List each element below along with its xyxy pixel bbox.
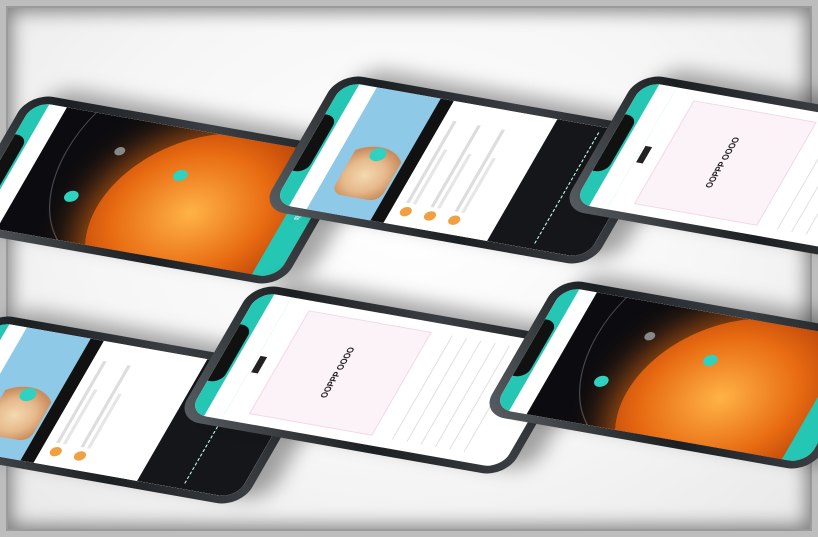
avatar (421, 210, 439, 222)
avatar (47, 446, 64, 458)
card-label: OOPPP OOOO (318, 346, 358, 399)
avatar (71, 450, 89, 462)
card-label: OOPPP OOOO (703, 136, 743, 189)
avatar (446, 214, 463, 226)
avatar (397, 206, 414, 218)
